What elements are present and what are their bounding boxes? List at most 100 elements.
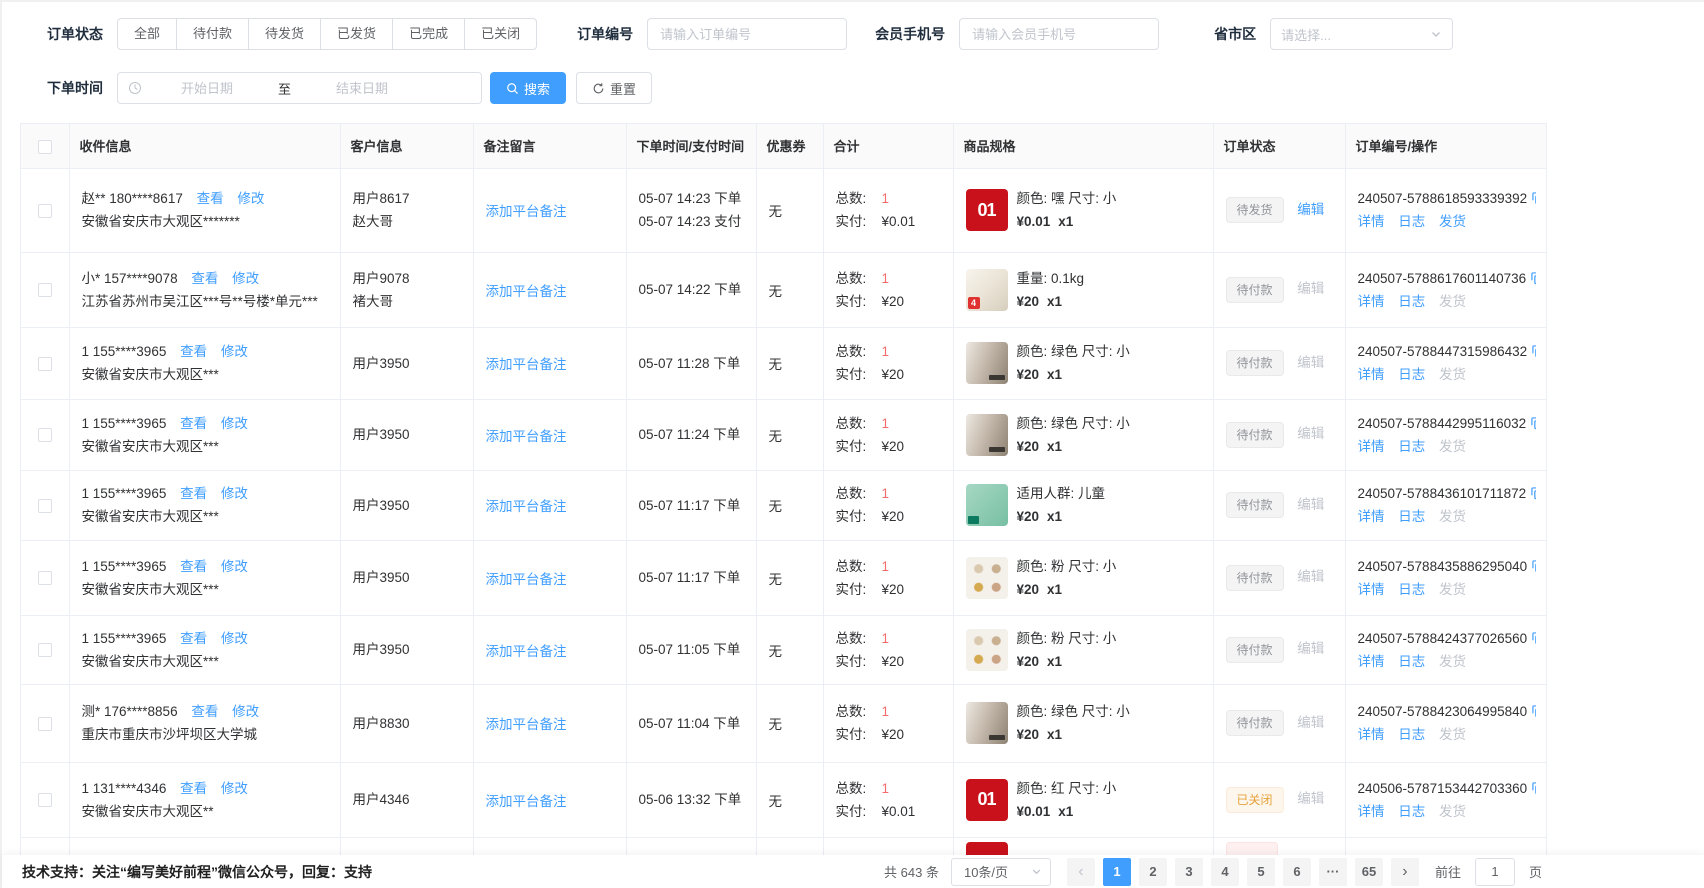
tab-pending-shipment[interactable]: 待发货 xyxy=(248,18,321,50)
select-all-checkbox[interactable] xyxy=(38,140,52,154)
reset-button[interactable]: 重置 xyxy=(576,72,652,104)
tab-completed[interactable]: 已完成 xyxy=(392,18,465,50)
add-note-link[interactable]: 添加平台备注 xyxy=(486,794,567,809)
more-pages-button[interactable]: ··· xyxy=(1319,858,1347,886)
detail-link[interactable]: 详情 xyxy=(1358,294,1385,309)
log-link[interactable]: 日志 xyxy=(1398,439,1425,454)
log-link[interactable]: 日志 xyxy=(1398,509,1425,524)
start-date-input[interactable] xyxy=(142,74,272,102)
page-button-2[interactable]: 2 xyxy=(1139,858,1167,886)
page-button-1[interactable]: 1 xyxy=(1103,858,1131,886)
tab-closed[interactable]: 已关闭 xyxy=(464,18,537,50)
add-note-link[interactable]: 添加平台备注 xyxy=(486,429,567,444)
log-link[interactable]: 日志 xyxy=(1398,294,1425,309)
modify-link[interactable]: 修改 xyxy=(232,704,259,719)
view-link[interactable]: 查看 xyxy=(191,271,218,286)
row-checkbox[interactable] xyxy=(38,643,52,657)
row-checkbox[interactable] xyxy=(38,204,52,218)
customer-id: 用户3950 xyxy=(353,352,461,375)
detail-link[interactable]: 详情 xyxy=(1358,727,1385,742)
page-button-5[interactable]: 5 xyxy=(1247,858,1275,886)
row-checkbox[interactable] xyxy=(38,571,52,585)
modify-link[interactable]: 修改 xyxy=(221,631,248,646)
copy-icon[interactable] xyxy=(1531,559,1536,573)
tab-shipped[interactable]: 已发货 xyxy=(320,18,393,50)
next-page-button[interactable]: › xyxy=(1391,858,1419,886)
modify-link[interactable]: 修改 xyxy=(221,559,248,574)
add-note-link[interactable]: 添加平台备注 xyxy=(486,357,567,372)
log-link[interactable]: 日志 xyxy=(1398,727,1425,742)
view-link[interactable]: 查看 xyxy=(180,781,207,796)
product-qty: x1 xyxy=(1047,439,1062,454)
copy-icon[interactable] xyxy=(1530,271,1536,285)
view-link[interactable]: 查看 xyxy=(180,559,207,574)
goto-page-input[interactable] xyxy=(1475,858,1515,886)
add-note-link[interactable]: 添加平台备注 xyxy=(486,644,567,659)
row-checkbox[interactable] xyxy=(38,283,52,297)
modify-link[interactable]: 修改 xyxy=(237,191,264,206)
view-link[interactable]: 查看 xyxy=(180,344,207,359)
modify-link[interactable]: 修改 xyxy=(232,271,259,286)
log-link[interactable]: 日志 xyxy=(1398,214,1425,229)
row-checkbox[interactable] xyxy=(38,357,52,371)
ship-link[interactable]: 发货 xyxy=(1439,214,1466,229)
log-link[interactable]: 日志 xyxy=(1398,804,1425,819)
log-link[interactable]: 日志 xyxy=(1398,367,1425,382)
page-size-select[interactable]: 10条/页 xyxy=(951,858,1051,886)
paid-value: ¥20 xyxy=(882,727,905,742)
add-note-link[interactable]: 添加平台备注 xyxy=(486,284,567,299)
detail-link[interactable]: 详情 xyxy=(1358,439,1385,454)
order-number: 240507-5788447315986432 xyxy=(1358,344,1528,359)
view-link[interactable]: 查看 xyxy=(180,631,207,646)
copy-icon[interactable] xyxy=(1531,704,1536,718)
add-note-link[interactable]: 添加平台备注 xyxy=(486,572,567,587)
view-link[interactable]: 查看 xyxy=(197,191,224,206)
modify-link[interactable]: 修改 xyxy=(221,416,248,431)
copy-icon[interactable] xyxy=(1530,486,1536,500)
detail-link[interactable]: 详情 xyxy=(1358,367,1385,382)
copy-icon[interactable] xyxy=(1530,416,1536,430)
tab-all[interactable]: 全部 xyxy=(117,18,177,50)
coupon-value: 无 xyxy=(756,540,823,615)
add-note-link[interactable]: 添加平台备注 xyxy=(486,717,567,732)
view-link[interactable]: 查看 xyxy=(180,416,207,431)
modify-link[interactable]: 修改 xyxy=(221,781,248,796)
date-range-picker[interactable]: 至 xyxy=(117,72,482,104)
copy-icon[interactable] xyxy=(1531,191,1536,205)
row-checkbox[interactable] xyxy=(38,499,52,513)
page-button-3[interactable]: 3 xyxy=(1175,858,1203,886)
edit-link[interactable]: 编辑 xyxy=(1297,202,1324,217)
status-badge: 待付款 xyxy=(1226,422,1284,448)
order-no-input[interactable] xyxy=(647,18,847,50)
page-button-6[interactable]: 6 xyxy=(1283,858,1311,886)
row-checkbox[interactable] xyxy=(38,793,52,807)
modify-link[interactable]: 修改 xyxy=(221,344,248,359)
page-button-4[interactable]: 4 xyxy=(1211,858,1239,886)
detail-link[interactable]: 详情 xyxy=(1358,582,1385,597)
detail-link[interactable]: 详情 xyxy=(1358,214,1385,229)
order-status-tab-group: 全部 待付款 待发货 已发货 已完成 已关闭 xyxy=(117,18,537,50)
log-link[interactable]: 日志 xyxy=(1398,582,1425,597)
copy-icon[interactable] xyxy=(1531,631,1536,645)
log-link[interactable]: 日志 xyxy=(1398,654,1425,669)
view-link[interactable]: 查看 xyxy=(191,704,218,719)
tab-pending-payment[interactable]: 待付款 xyxy=(176,18,249,50)
modify-link[interactable]: 修改 xyxy=(221,486,248,501)
search-button[interactable]: 搜索 xyxy=(490,72,566,104)
copy-icon[interactable] xyxy=(1531,781,1536,795)
detail-link[interactable]: 详情 xyxy=(1358,654,1385,669)
copy-icon[interactable] xyxy=(1531,344,1536,358)
row-checkbox[interactable] xyxy=(38,428,52,442)
customer-id: 用户4346 xyxy=(353,788,461,811)
region-select[interactable]: 请选择... xyxy=(1270,18,1453,50)
detail-link[interactable]: 详情 xyxy=(1358,509,1385,524)
product-price: ¥20 xyxy=(1017,294,1040,309)
end-date-input[interactable] xyxy=(297,74,427,102)
view-link[interactable]: 查看 xyxy=(180,486,207,501)
row-checkbox[interactable] xyxy=(38,717,52,731)
member-phone-input[interactable] xyxy=(959,18,1159,50)
add-note-link[interactable]: 添加平台备注 xyxy=(486,499,567,514)
page-button-last[interactable]: 65 xyxy=(1355,858,1383,886)
detail-link[interactable]: 详情 xyxy=(1358,804,1385,819)
add-note-link[interactable]: 添加平台备注 xyxy=(486,204,567,219)
